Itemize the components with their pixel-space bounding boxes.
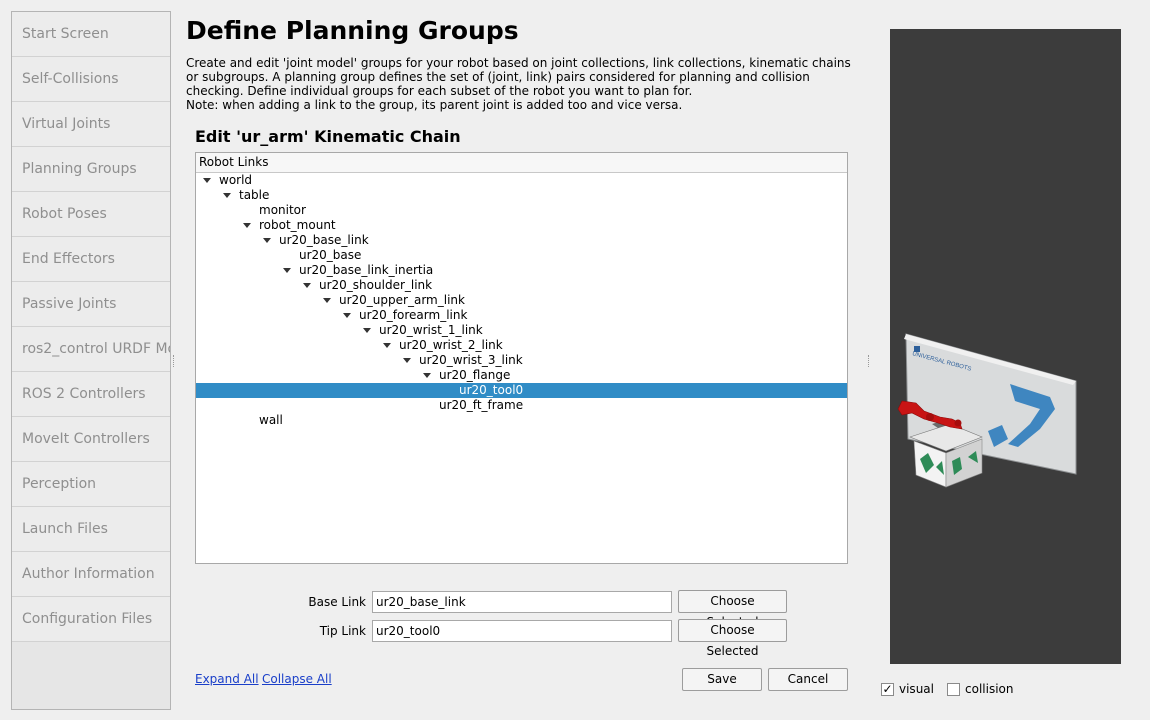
collision-checkbox[interactable] bbox=[947, 682, 960, 696]
choose-selected-base-button[interactable]: Choose Selected bbox=[678, 590, 787, 629]
tree-item-label: ur20_ft_frame bbox=[439, 398, 524, 412]
description-text: Create and edit 'joint model' groups for… bbox=[186, 56, 851, 98]
tree-row[interactable]: ur20_wrist_2_link bbox=[196, 338, 847, 353]
visual-label: visual bbox=[899, 682, 934, 696]
viewer-splitter[interactable] bbox=[868, 355, 870, 367]
expand-arrow-icon[interactable] bbox=[403, 358, 411, 363]
tree-row[interactable]: ur20_base_link bbox=[196, 233, 847, 248]
tree-item-label: ur20_upper_arm_link bbox=[339, 293, 465, 307]
sidebar-nav: Start Screen Self-Collisions Virtual Joint… bbox=[11, 11, 171, 710]
save-button[interactable]: Save bbox=[682, 668, 762, 691]
tree-item-label: monitor bbox=[259, 203, 306, 217]
cancel-label: Cancel bbox=[787, 672, 829, 686]
tree-row[interactable]: robot_mount bbox=[196, 218, 847, 233]
tree-row[interactable]: ur20_base bbox=[196, 248, 847, 263]
tree-item-label: world bbox=[219, 173, 253, 187]
tree-row[interactable]: ur20_flange bbox=[196, 368, 847, 383]
expand-arrow-icon[interactable] bbox=[303, 283, 311, 288]
tree-row[interactable]: monitor bbox=[196, 203, 847, 218]
tree-item-label: ur20_tool0 bbox=[459, 383, 524, 397]
tree-row[interactable]: ur20_ft_frame bbox=[196, 398, 847, 413]
robot-wrist bbox=[954, 419, 962, 427]
sidebar-item-perception[interactable]: Perception bbox=[12, 462, 170, 507]
sidebar-item-moveit-controllers[interactable]: MoveIt Controllers bbox=[12, 417, 170, 462]
sidebar-item-configuration-files[interactable]: Configuration Files bbox=[12, 597, 170, 642]
visual-toggle[interactable]: ✓ visual bbox=[881, 682, 934, 696]
tree-item-label: ur20_wrist_1_link bbox=[379, 323, 483, 337]
tree-row[interactable]: ur20_wrist_1_link bbox=[196, 323, 847, 338]
expand-arrow-icon[interactable] bbox=[243, 223, 251, 228]
tree-row[interactable]: ur20_shoulder_link bbox=[196, 278, 847, 293]
tree-item-label: table bbox=[239, 188, 270, 202]
tree-row[interactable]: world bbox=[196, 173, 847, 188]
expand-arrow-icon[interactable] bbox=[283, 268, 291, 273]
base-link-label: Base Link bbox=[308, 595, 366, 609]
description-note: Note: when adding a link to the group, i… bbox=[186, 98, 683, 112]
sidebar-item-ros-2-controllers[interactable]: ROS 2 Controllers bbox=[12, 372, 170, 417]
cancel-button[interactable]: Cancel bbox=[768, 668, 848, 691]
expand-arrow-icon[interactable] bbox=[343, 313, 351, 318]
sidebar-item-author-information[interactable]: Author Information bbox=[12, 552, 170, 597]
brand-logo bbox=[914, 346, 920, 352]
sidebar-item-passive-joints[interactable]: Passive Joints bbox=[12, 282, 170, 327]
robot-joint bbox=[926, 413, 934, 421]
tree-row[interactable]: ur20_wrist_3_link bbox=[196, 353, 847, 368]
sidebar-item-planning-groups[interactable]: Planning Groups bbox=[12, 147, 170, 192]
page-description: Create and edit 'joint model' groups for… bbox=[186, 56, 866, 112]
tree-row[interactable]: wall bbox=[196, 413, 847, 428]
expand-arrow-icon[interactable] bbox=[363, 328, 371, 333]
tree-item-label: ur20_wrist_3_link bbox=[419, 353, 523, 367]
choose-selected-tip-button[interactable]: Choose Selected bbox=[678, 619, 787, 658]
tip-link-input[interactable] bbox=[372, 620, 672, 642]
collision-label: collision bbox=[965, 682, 1014, 696]
sidebar-item-robot-poses[interactable]: Robot Poses bbox=[12, 192, 170, 237]
tree-row[interactable]: table bbox=[196, 188, 847, 203]
tree-item-label: ur20_base_link bbox=[279, 233, 369, 247]
tip-link-label: Tip Link bbox=[319, 624, 366, 638]
base-link-input[interactable] bbox=[372, 591, 672, 613]
sidebar-item-launch-files[interactable]: Launch Files bbox=[12, 507, 170, 552]
tree-body: world table monitor robot_mount ur20_base_li… bbox=[196, 173, 847, 428]
expand-arrow-icon[interactable] bbox=[263, 238, 271, 243]
robot-3d-viewer[interactable]: UNIVERSAL ROBOTS bbox=[890, 29, 1121, 664]
expand-arrow-icon[interactable] bbox=[223, 193, 231, 198]
expand-arrow-icon[interactable] bbox=[203, 178, 211, 183]
sidebar-item-virtual-joints[interactable]: Virtual Joints bbox=[12, 102, 170, 147]
collision-toggle[interactable]: collision bbox=[947, 682, 1013, 696]
expand-arrow-icon[interactable] bbox=[323, 298, 331, 303]
expand-all-link[interactable]: Expand All bbox=[195, 672, 259, 686]
page-title: Define Planning Groups bbox=[186, 16, 519, 45]
tree-row[interactable]: ur20_base_link_inertia bbox=[196, 263, 847, 278]
expand-arrow-icon[interactable] bbox=[423, 373, 431, 378]
tree-row[interactable]: ur20_upper_arm_link bbox=[196, 293, 847, 308]
collapse-all-link[interactable]: Collapse All bbox=[262, 672, 332, 686]
save-label: Save bbox=[707, 672, 737, 686]
tree-item-label: ur20_wrist_2_link bbox=[399, 338, 503, 352]
robot-links-tree[interactable]: Robot Links world table monitor robot_mount… bbox=[195, 152, 848, 564]
edit-chain-title: Edit 'ur_arm' Kinematic Chain bbox=[195, 127, 461, 146]
tree-item-label: wall bbox=[259, 413, 283, 427]
tree-item-label: ur20_shoulder_link bbox=[319, 278, 433, 292]
sidebar-item-end-effectors[interactable]: End Effectors bbox=[12, 237, 170, 282]
visual-checkbox[interactable]: ✓ bbox=[881, 682, 894, 696]
tree-item-label: robot_mount bbox=[259, 218, 336, 232]
tree-item-label: ur20_flange bbox=[439, 368, 511, 382]
expand-arrow-icon[interactable] bbox=[383, 343, 391, 348]
tree-row[interactable]: ur20_tool0 bbox=[196, 383, 847, 398]
tree-item-label: ur20_forearm_link bbox=[359, 308, 468, 322]
tree-item-label: ur20_base_link_inertia bbox=[299, 263, 434, 277]
tree-row[interactable]: ur20_forearm_link bbox=[196, 308, 847, 323]
tree-item-label: ur20_base bbox=[299, 248, 362, 262]
sidebar-splitter[interactable] bbox=[173, 355, 175, 367]
robot-scene: UNIVERSAL ROBOTS bbox=[897, 333, 1077, 488]
sidebar-item-self-collisions[interactable]: Self-Collisions bbox=[12, 57, 170, 102]
sidebar-item-start-screen[interactable]: Start Screen bbox=[12, 12, 170, 57]
tree-header[interactable]: Robot Links bbox=[196, 153, 847, 173]
sidebar-item-ros2-control-urdf-mo[interactable]: ros2_control URDF Mo bbox=[12, 327, 170, 372]
